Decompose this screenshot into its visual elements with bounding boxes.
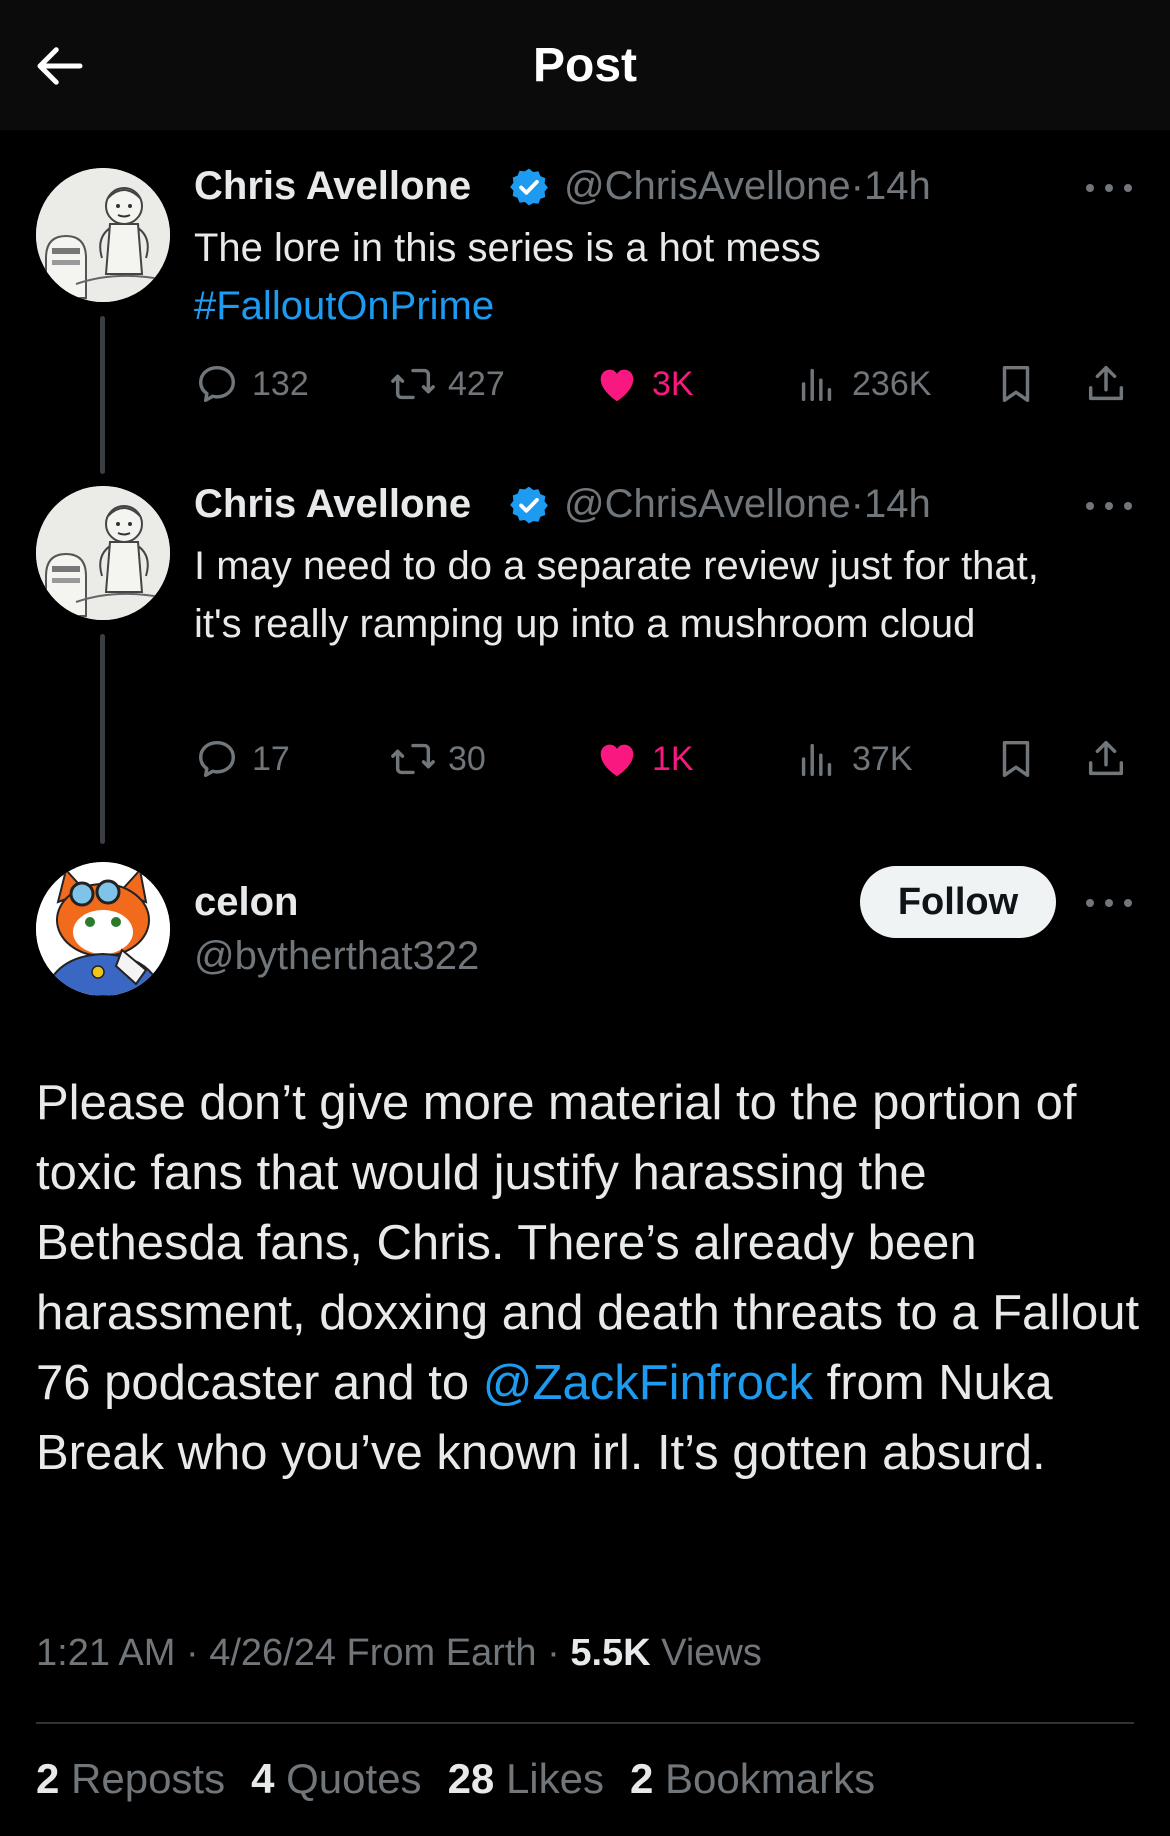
views-button[interactable]: 236K <box>794 361 931 407</box>
views-count: 5.5K <box>570 1632 651 1674</box>
author-name[interactable]: Chris Avellone <box>194 482 471 527</box>
hashtag-link[interactable]: #FalloutOnPrime <box>194 277 1094 335</box>
author-name[interactable]: Chris Avellone <box>194 164 471 209</box>
follow-button[interactable]: Follow <box>860 866 1056 938</box>
reply-count: 17 <box>252 739 290 778</box>
avatar[interactable] <box>36 168 170 302</box>
reply-icon <box>194 361 240 407</box>
thread-line <box>100 316 105 474</box>
share-icon <box>1083 736 1129 782</box>
reply-button[interactable]: 17 <box>194 736 290 782</box>
like-count: 3K <box>652 364 694 403</box>
divider <box>36 1722 1134 1724</box>
likes-stat[interactable]: 28 Likes <box>448 1755 604 1803</box>
views-icon <box>794 736 840 782</box>
reply-icon <box>194 736 240 782</box>
author-handle[interactable]: @bytherthat322 <box>194 934 479 979</box>
author-handle[interactable]: @ChrisAvellone <box>564 482 851 526</box>
repost-button[interactable]: 427 <box>390 361 505 407</box>
bookmarks-stat[interactable]: 2 Bookmarks <box>630 1755 875 1803</box>
views-button[interactable]: 37K <box>794 736 913 782</box>
like-button[interactable]: 3K <box>594 361 694 407</box>
reply-button[interactable]: 132 <box>194 361 309 407</box>
repost-icon <box>390 736 436 782</box>
post-meta: 1:21 AM · 4/26/24 From Earth · 5.5K View… <box>36 1632 762 1675</box>
author-name[interactable]: celon <box>194 880 298 925</box>
repost-count: 427 <box>448 364 505 403</box>
post-text: Please don’t give more material to the p… <box>36 1068 1146 1488</box>
post-timestamp[interactable]: 1:21 AM · 4/26/24 From Earth · <box>36 1632 570 1674</box>
more-icon[interactable] <box>1086 178 1132 198</box>
thread-line <box>100 634 105 844</box>
separator-dot: · <box>850 482 864 526</box>
verified-icon <box>508 484 550 526</box>
author-handle-time[interactable]: @ChrisAvellone·14h <box>564 164 931 209</box>
repost-button[interactable]: 30 <box>390 736 486 782</box>
views-count: 236K <box>852 364 932 403</box>
post-time[interactable]: 14h <box>864 482 931 526</box>
quotes-stat[interactable]: 4 Quotes <box>251 1755 421 1803</box>
share-button[interactable] <box>1083 736 1129 782</box>
like-icon <box>594 361 640 407</box>
bookmark-button[interactable] <box>993 736 1039 782</box>
views-count: 37K <box>852 739 913 778</box>
reposts-stat[interactable]: 2 Reposts <box>36 1755 225 1803</box>
more-icon[interactable] <box>1086 496 1132 516</box>
avatar[interactable] <box>36 862 170 996</box>
share-icon <box>1083 361 1129 407</box>
more-icon[interactable] <box>1086 893 1132 913</box>
page-title: Post <box>532 39 637 92</box>
post-time[interactable]: 14h <box>864 164 931 208</box>
author-handle[interactable]: @ChrisAvellone <box>564 164 851 208</box>
bookmark-icon <box>993 736 1039 782</box>
tweet-text: I may need to do a separate review just … <box>194 544 1039 646</box>
views-label: Views <box>650 1632 762 1674</box>
repost-count: 30 <box>448 739 486 778</box>
bookmark-button[interactable] <box>993 361 1039 407</box>
separator-dot: · <box>850 164 864 208</box>
avatar[interactable] <box>36 486 170 620</box>
bookmark-icon <box>993 361 1039 407</box>
verified-icon <box>508 166 550 208</box>
repost-icon <box>390 361 436 407</box>
mention-link[interactable]: @ZackFinfrock <box>483 1356 813 1410</box>
tweet-text: The lore in this series is a hot mess #F… <box>194 219 1094 335</box>
views-icon <box>794 361 840 407</box>
author-handle-time[interactable]: @ChrisAvellone·14h <box>564 482 931 527</box>
share-button[interactable] <box>1083 361 1129 407</box>
like-icon <box>594 736 640 782</box>
reply-count: 132 <box>252 364 309 403</box>
post-stats: 2 Reposts 4 Quotes 28 Likes 2 Bookmarks <box>36 1755 901 1803</box>
like-button[interactable]: 1K <box>594 736 694 782</box>
tweet-body: The lore in this series is a hot mess <box>194 226 821 270</box>
top-bar: Post <box>0 0 1170 130</box>
like-count: 1K <box>652 739 694 778</box>
